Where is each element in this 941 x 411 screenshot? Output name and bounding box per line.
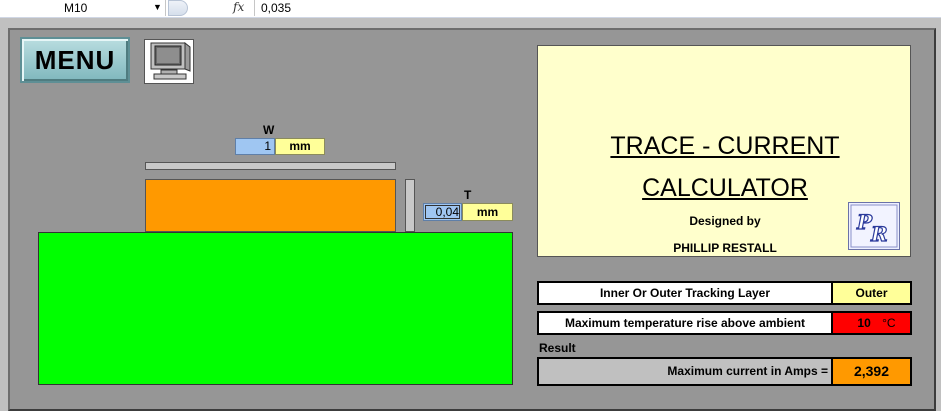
thickness-indicator-bar: [405, 179, 415, 232]
result-label: Maximum current in Amps =: [539, 359, 831, 384]
chevron-down-icon[interactable]: ▼: [153, 2, 162, 12]
copper-trace: [145, 179, 396, 232]
thickness-input[interactable]: 0,04: [423, 203, 462, 221]
formula-bar-resize-handle[interactable]: [168, 0, 188, 16]
temperature-label: Maximum temperature rise above ambient: [539, 313, 831, 333]
title-line-2: CALCULATOR: [642, 174, 808, 202]
temperature-unit: °C: [882, 316, 896, 330]
menu-button[interactable]: MENU: [20, 37, 130, 83]
result-value: 2,392: [833, 359, 910, 384]
layer-select[interactable]: Outer: [833, 283, 910, 303]
temperature-row: Maximum temperature rise above ambient 1…: [537, 311, 912, 335]
insert-function-icon[interactable]: fx: [233, 0, 244, 14]
pr-logo: P R: [848, 202, 900, 250]
formula-bar: M10 ▼ fx 0,035: [0, 0, 941, 18]
temperature-value: 10: [857, 316, 871, 330]
formula-input[interactable]: 0,035: [261, 1, 291, 15]
title-box: TRACE - CURRENT CALCULATOR Designed by P…: [537, 45, 911, 257]
designed-by-text: Designed by: [689, 214, 761, 228]
pcb-board: [38, 232, 513, 385]
formula-bar-divider: [254, 0, 255, 16]
monitor-icon[interactable]: [144, 39, 194, 84]
name-box[interactable]: M10 ▼: [0, 0, 166, 16]
title-line-1: TRACE - CURRENT: [610, 132, 840, 160]
layer-label: Inner Or Outer Tracking Layer: [539, 283, 831, 303]
cell-reference: M10: [64, 1, 88, 15]
width-label: W: [263, 123, 275, 137]
thickness-unit: mm: [462, 203, 513, 221]
temperature-input[interactable]: 10 °C: [833, 313, 910, 333]
width-indicator-bar: [145, 162, 396, 170]
width-input[interactable]: 1: [235, 138, 275, 155]
layer-row: Inner Or Outer Tracking Layer Outer: [537, 281, 912, 305]
width-unit: mm: [275, 138, 325, 155]
svg-text:R: R: [870, 222, 888, 246]
result-section-label: Result: [539, 341, 576, 355]
author-name: PHILLIP RESTALL: [673, 241, 777, 255]
result-row: Maximum current in Amps = 2,392: [537, 357, 912, 386]
thickness-label: T: [464, 188, 472, 202]
